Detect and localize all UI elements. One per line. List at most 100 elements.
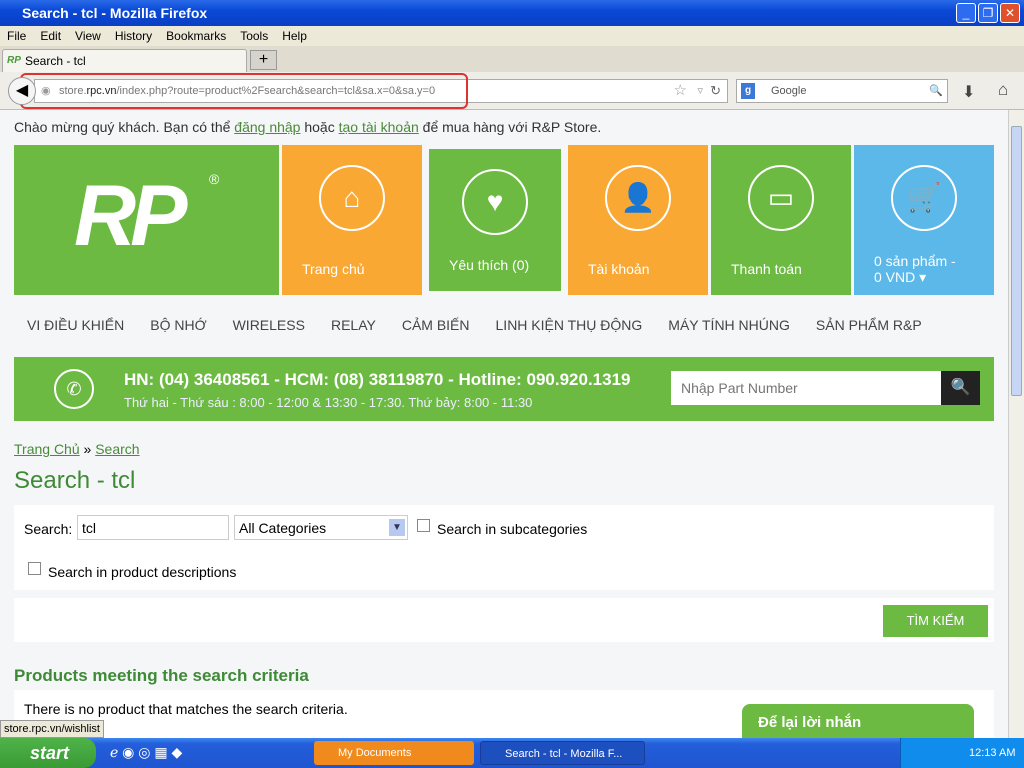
search-label: Search: — [24, 521, 73, 537]
credit-card-icon: ▭ — [748, 165, 814, 231]
contact-hours: Thứ hai - Thứ sáu : 8:00 - 12:00 & 13:30… — [124, 395, 533, 410]
search-input[interactable]: tcl — [77, 515, 229, 540]
tile-home[interactable]: ⌂ Trang chủ — [282, 145, 422, 295]
nav-item[interactable]: LINH KIỆN THỤ ĐỘNG — [496, 317, 643, 333]
category-select[interactable]: All Categories ▼ — [234, 515, 408, 540]
part-number-input[interactable] — [671, 371, 941, 405]
back-button[interactable]: ◀ — [8, 77, 36, 105]
breadcrumb-current[interactable]: Search — [95, 441, 139, 457]
menu-file[interactable]: File — [0, 26, 33, 46]
highlight-box — [20, 73, 468, 109]
clock: 12:13 AM — [969, 747, 1016, 759]
heart-icon: ♥ — [462, 169, 528, 235]
page-title: Search - tcl — [14, 467, 136, 494]
nav-item[interactable]: RELAY — [331, 317, 376, 333]
task-label: Search - tcl - Mozilla F... — [505, 748, 623, 760]
logo[interactable]: RP ® — [14, 145, 279, 295]
search-button[interactable]: TÌM KIẾM — [883, 605, 988, 637]
tile-label: Yêu thích (0) — [449, 257, 530, 273]
cart-total: 0 VND — [874, 269, 916, 285]
nav-item[interactable]: MÁY TÍNH NHÚNG — [668, 317, 790, 333]
tab-search[interactable]: RP Search - tcl — [2, 49, 247, 72]
favicon-icon: RP — [7, 55, 21, 66]
nav-item[interactable]: SẢN PHẨM R&P — [816, 317, 922, 333]
maximize-button[interactable]: ❐ — [978, 3, 998, 23]
search-engine-placeholder: Google — [771, 85, 807, 97]
scrollbar-thumb[interactable] — [1011, 126, 1022, 396]
contact-bar: ✆ HN: (04) 36408561 - HCM: (08) 38119870… — [14, 357, 994, 421]
start-label: start — [30, 743, 70, 763]
tile-label: Thanh toán — [731, 261, 802, 277]
results-heading: Products meeting the search criteria — [14, 666, 309, 685]
welcome-text: Chào mừng quý khách. Bạn có thể đăng nhậ… — [14, 119, 601, 135]
breadcrumb-home[interactable]: Trang Chủ — [14, 441, 80, 457]
chat-label: Để lại lời nhắn — [758, 714, 862, 731]
nav-item[interactable]: WIRELESS — [233, 317, 305, 333]
login-link[interactable]: đăng nhập — [234, 119, 300, 135]
category-value: All Categories — [239, 520, 327, 536]
tile-label: Trang chủ — [302, 261, 365, 277]
menu-help[interactable]: Help — [275, 26, 314, 46]
start-button[interactable]: start — [0, 738, 96, 768]
cart-icon: 🛒 — [891, 165, 957, 231]
subcategories-label: Search in subcategories — [437, 521, 588, 537]
page-scrollbar[interactable] — [1008, 110, 1024, 738]
menu-history[interactable]: History — [108, 26, 159, 46]
window-title: Search - tcl - Mozilla Firefox — [0, 0, 1024, 26]
logo-reg: ® — [209, 171, 220, 187]
tab-strip: RP Search - tcl + — [0, 46, 1024, 72]
nav-item[interactable]: VI ĐIỀU KHIỂN — [27, 317, 124, 333]
home-icon[interactable]: ⌂ — [998, 80, 1008, 100]
dropdown-icon[interactable]: ▿ — [697, 80, 703, 102]
search-form: Search: tcl All Categories ▼ Search in su… — [14, 505, 994, 590]
button-row: TÌM KIẾM — [14, 598, 994, 642]
chevron-down-icon: ▼ — [389, 519, 405, 536]
home-icon: ⌂ — [319, 165, 385, 231]
close-button[interactable]: ✕ — [1000, 3, 1020, 23]
breadcrumb: Trang Chủ » Search — [14, 441, 140, 457]
descriptions-checkbox[interactable] — [28, 562, 41, 575]
tile-label: Tài khoản — [588, 261, 650, 277]
menu-bookmarks[interactable]: Bookmarks — [159, 26, 233, 46]
tile-account[interactable]: 👤 Tài khoản — [568, 145, 708, 295]
menu-bar: File Edit View History Bookmarks Tools Help — [0, 26, 1024, 46]
nav-item[interactable]: BỘ NHỚ — [150, 317, 206, 333]
download-icon[interactable]: ⬇ — [962, 82, 975, 102]
quicklaunch-icons[interactable]: ℯ ◉ ◎ ▦ ◆ — [110, 744, 182, 761]
system-tray: 12:13 AM — [900, 738, 1024, 768]
search-icon[interactable]: 🔍 — [929, 80, 943, 102]
search-engine-input[interactable]: g Google 🔍 — [736, 79, 948, 103]
task-firefox[interactable]: Search - tcl - Mozilla F... — [480, 741, 645, 765]
reload-icon[interactable]: ↻ — [710, 80, 721, 102]
descriptions-label: Search in product descriptions — [48, 564, 237, 580]
menu-view[interactable]: View — [68, 26, 108, 46]
menu-tools[interactable]: Tools — [233, 26, 275, 46]
nav-item[interactable]: CẢM BIẾN — [402, 317, 470, 333]
contact-phones: HN: (04) 36408561 - HCM: (08) 38119870 -… — [124, 370, 631, 389]
welcome-mid: hoặc — [300, 119, 339, 135]
breadcrumb-sep: » — [83, 441, 92, 457]
page-content: Chào mừng quý khách. Bạn có thể đăng nhậ… — [0, 110, 1008, 738]
subcategories-checkbox[interactable] — [417, 519, 430, 532]
logo-text: RP — [74, 168, 187, 264]
nav-toolbar: ◉ store.rpc.vn/index.php?route=product%2F… — [0, 72, 1024, 110]
tile-checkout[interactable]: ▭ Thanh toán — [711, 145, 851, 295]
task-my-documents[interactable]: My Documents — [314, 741, 474, 765]
chat-widget[interactable]: Để lại lời nhắn — [742, 704, 974, 738]
status-bar: store.rpc.vn/wishlist — [0, 720, 104, 738]
tile-cart[interactable]: 🛒 0 sản phẩm -0 VND ▾ — [854, 145, 994, 295]
tile-wishlist[interactable]: ♥ Yêu thích (0) — [429, 149, 561, 291]
menu-edit[interactable]: Edit — [33, 26, 68, 46]
bookmark-star-icon[interactable]: ☆ — [674, 80, 687, 102]
register-link[interactable]: tạo tài khoản — [339, 119, 419, 135]
task-label: My Documents — [338, 747, 412, 759]
new-tab-button[interactable]: + — [250, 50, 277, 70]
minimize-button[interactable]: _ — [956, 3, 976, 23]
no-results-text: There is no product that matches the sea… — [24, 701, 348, 717]
main-nav: VI ĐIỀU KHIỂN BỘ NHỚ WIRELESS RELAY CẢM BIẾN… — [14, 317, 994, 333]
phone-icon: ✆ — [54, 369, 94, 409]
user-icon: 👤 — [605, 165, 671, 231]
welcome-prefix: Chào mừng quý khách. Bạn có thể — [14, 119, 235, 135]
tile-label: 0 sản phẩm -0 VND ▾ — [874, 253, 956, 285]
part-search-button[interactable]: 🔍 — [941, 371, 980, 405]
